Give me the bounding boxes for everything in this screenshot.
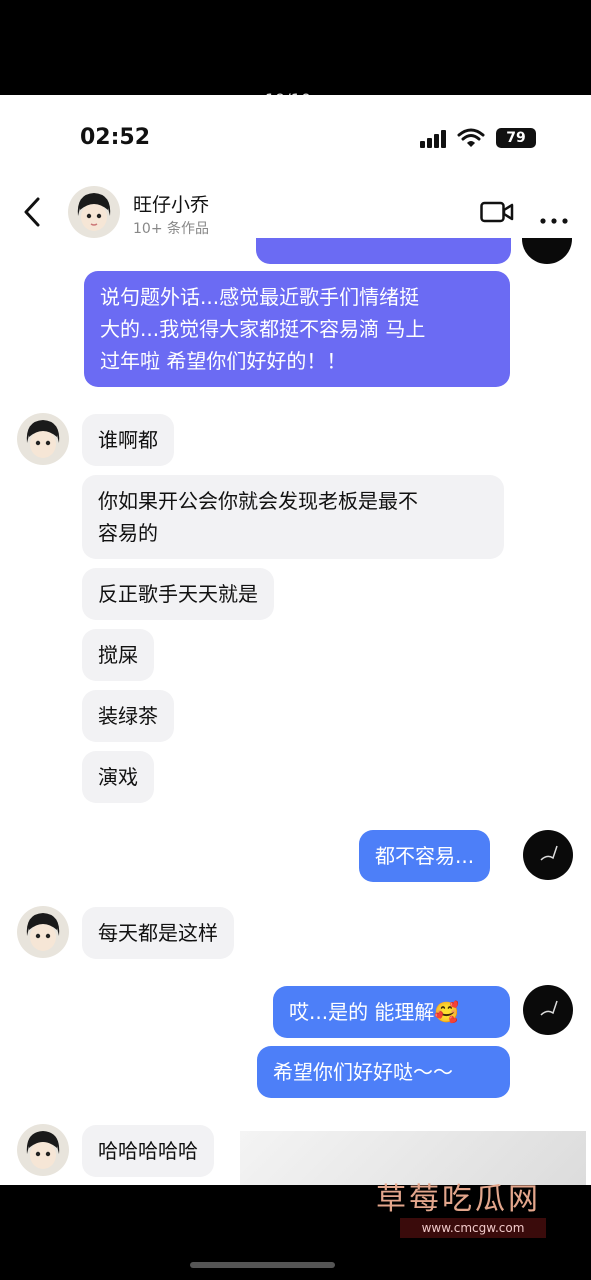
signal-icon [420, 130, 448, 148]
home-indicator [190, 1262, 335, 1268]
message-bubble-incoming[interactable]: 每天都是这样 [82, 907, 234, 959]
contact-name[interactable]: 旺仔小乔 [133, 190, 209, 217]
contact-avatar[interactable] [68, 186, 120, 238]
contact-message-avatar[interactable] [17, 906, 69, 958]
clipped-previous-message [256, 238, 511, 264]
video-call-icon[interactable] [480, 200, 514, 224]
message-bubble-incoming[interactable]: 演戏 [82, 751, 154, 803]
status-time: 02:52 [80, 125, 151, 150]
more-icon[interactable] [540, 209, 568, 224]
self-avatar-clipped [522, 238, 572, 264]
message-bubble-incoming[interactable]: 装绿茶 [82, 690, 174, 742]
self-avatar[interactable] [523, 985, 573, 1035]
watermark-url: www.cmcgw.com [400, 1218, 546, 1238]
back-chevron-icon[interactable] [20, 195, 48, 229]
message-bubble-outgoing[interactable]: 说句题外话...感觉最近歌手们情绪挺 大的...我觉得大家都挺不容易滴 马上 过… [84, 271, 510, 387]
contact-message-avatar[interactable] [17, 1124, 69, 1176]
wifi-icon [457, 127, 485, 149]
battery-icon: 79 [496, 128, 536, 148]
message-bubble-incoming[interactable]: 你如果开公会你就会发现老板是最不 容易的 [82, 475, 504, 559]
message-bubble-incoming[interactable]: 哈哈哈哈哈 [82, 1125, 214, 1177]
message-bubble-outgoing[interactable]: 哎...是的 能理解🥰 [273, 986, 510, 1038]
message-bubble-outgoing[interactable]: 希望你们好好哒～～ [257, 1046, 510, 1098]
contact-message-avatar[interactable] [17, 413, 69, 465]
photo-viewer-top-bar [0, 0, 591, 95]
message-bubble-incoming[interactable]: 搅屎 [82, 629, 154, 681]
watermark-site-name: 草莓吃瓜网 [376, 1182, 541, 1217]
message-bubble-outgoing[interactable]: 都不容易... [359, 830, 491, 882]
self-avatar[interactable] [523, 830, 573, 880]
message-bubble-incoming[interactable]: 谁啊都 [82, 414, 174, 466]
message-bubble-incoming[interactable]: 反正歌手天天就是 [82, 568, 274, 620]
contact-works-count: 10+ 条作品 [133, 221, 209, 237]
